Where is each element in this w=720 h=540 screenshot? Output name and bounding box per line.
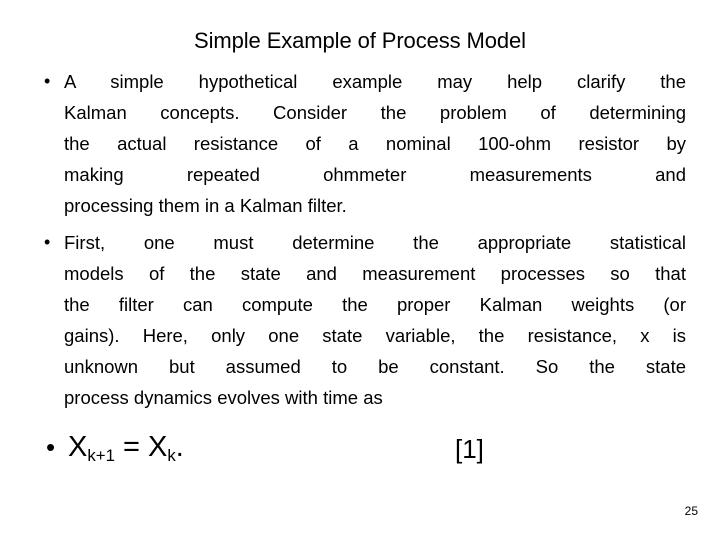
bullet-marker-icon: • xyxy=(46,432,56,462)
slide: Simple Example of Process Model • A simp… xyxy=(0,0,720,540)
bullet-text-2: First, one must determine the appropriat… xyxy=(64,227,686,413)
bullet-1-line-4: making repeated ohmmeter measurements an… xyxy=(64,164,686,185)
page-title: Simple Example of Process Model xyxy=(194,28,526,53)
equation-number-tag: [1] xyxy=(455,434,484,464)
bullet-2-line-5: unknown but assumed to be constant. So t… xyxy=(64,356,686,377)
equation-expression: Xk+1 = Xk. xyxy=(68,430,184,468)
bullet-2-line-4: gains). Here, only one state variable, t… xyxy=(64,325,686,346)
bullet-item-1: • A simple hypothetical example may help… xyxy=(38,66,686,221)
page-number: 25 xyxy=(684,504,698,518)
bullet-1-line-1: A simple hypothetical example may help c… xyxy=(64,71,686,92)
bullet-1-line-3: the actual resistance of a nominal 100-o… xyxy=(64,133,686,154)
bullet-text-1: A simple hypothetical example may help c… xyxy=(64,66,686,221)
equation-rhs-base: X xyxy=(147,431,168,463)
equation-lhs-base: X xyxy=(68,431,88,463)
equation-operator: = xyxy=(114,431,148,463)
equation-terminator: . xyxy=(175,431,184,463)
equation-rhs-subscript: k xyxy=(167,446,176,466)
slide-body: • A simple hypothetical example may help… xyxy=(38,66,686,419)
equation-bullet-item: • Xk+1 = Xk. [1] xyxy=(38,430,686,468)
bullet-marker-icon: • xyxy=(44,232,51,252)
equation-lhs-subscript: k+1 xyxy=(87,446,115,466)
bullet-2-line-2: models of the state and measurement proc… xyxy=(64,263,686,284)
bullet-2-line-3: the filter can compute the proper Kalman… xyxy=(64,294,686,315)
bullet-2-line-6: process dynamics evolves with time as xyxy=(64,387,383,408)
bullet-2-line-1: First, one must determine the appropriat… xyxy=(64,232,686,253)
bullet-item-2: • First, one must determine the appropri… xyxy=(38,227,686,413)
bullet-marker-icon: • xyxy=(44,71,51,91)
bullet-1-line-5: processing them in a Kalman filter. xyxy=(64,195,347,216)
bullet-1-line-2: Kalman concepts. Consider the problem of… xyxy=(64,102,686,123)
